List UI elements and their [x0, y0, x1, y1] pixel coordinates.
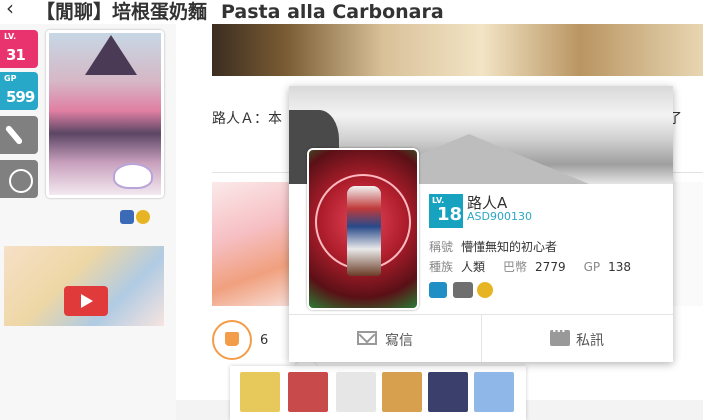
- coin-value: 2779: [535, 260, 566, 274]
- page-title: 【閒聊】培根蛋奶麵 Pasta alla Carbonara: [36, 0, 444, 24]
- witch-girls-avatar-image: [49, 33, 161, 195]
- profile-avatar[interactable]: [307, 148, 419, 310]
- witch-hat-icon: [85, 35, 137, 75]
- profile-actions: 寫信 私訊: [289, 314, 673, 362]
- gp-badge: GP 599: [0, 72, 38, 110]
- gp-value-popup: 138: [608, 260, 632, 274]
- author-sidebar: LV. 31 GP 599: [0, 24, 176, 420]
- profile-level-value: 18: [437, 204, 463, 225]
- medal-icon[interactable]: [429, 282, 447, 298]
- private-message-button[interactable]: 私訊: [481, 315, 673, 362]
- author-medals: [120, 210, 150, 227]
- title-label: 稱號: [429, 240, 454, 254]
- write-mail-label: 寫信: [385, 333, 413, 349]
- gp-label-popup: GP: [583, 260, 601, 274]
- monkey-icon[interactable]: [0, 160, 38, 198]
- user-profile-popup: LV. 18 路人A ASD900130 稱號 懵懂無知的初心者 種族 人類 巴幣 27…: [289, 86, 673, 362]
- anime-thumbnail[interactable]: [4, 246, 164, 326]
- level-value: 31: [6, 46, 26, 64]
- profile-user-id[interactable]: ASD900130: [467, 210, 532, 223]
- page: ‹ 【閒聊】培根蛋奶麵 Pasta alla Carbonara LV. 31 G…: [0, 0, 703, 420]
- gp-value: 599: [6, 88, 35, 106]
- like-count[interactable]: 6: [260, 333, 268, 348]
- white-cat-avatar[interactable]: [336, 372, 376, 412]
- slime-icon: [113, 163, 153, 189]
- race-value: 人類: [461, 260, 486, 274]
- medal-icon[interactable]: [120, 210, 134, 224]
- knife-icon[interactable]: [0, 116, 38, 154]
- private-message-label: 私訊: [576, 333, 604, 349]
- title-value: 懵懂無知的初心者: [461, 240, 558, 254]
- back-arrow-icon[interactable]: ‹: [6, 0, 26, 20]
- gp-label: GP: [4, 74, 17, 83]
- chat-icon: [550, 324, 570, 346]
- top-bar: ‹ 【閒聊】培根蛋奶麵 Pasta alla Carbonara: [0, 0, 703, 24]
- like-button[interactable]: [212, 320, 252, 360]
- blonde-spiky-avatar[interactable]: [240, 372, 280, 412]
- coin-medal-icon[interactable]: [477, 282, 493, 298]
- write-mail-button[interactable]: 寫信: [289, 315, 481, 362]
- white-hat-avatar[interactable]: [288, 372, 328, 412]
- play-icon: [64, 286, 108, 316]
- author-avatar[interactable]: [46, 30, 164, 198]
- pasta-photo[interactable]: [212, 24, 703, 76]
- post-text: 路人Ａ：本: [212, 111, 282, 127]
- coin-medal-icon[interactable]: [136, 210, 150, 224]
- mail-icon: [357, 331, 377, 345]
- title-en: Pasta alla Carbonara: [221, 1, 444, 23]
- lion-avatar[interactable]: [382, 372, 422, 412]
- coin-label: 巴幣: [503, 260, 528, 274]
- hero-character: [347, 186, 381, 276]
- level-badge: LV. 31: [0, 30, 38, 68]
- medal-icon[interactable]: [453, 282, 473, 298]
- likers-list: [230, 366, 526, 420]
- title-zh: 【閒聊】培根蛋奶麵: [36, 1, 208, 23]
- dark-hair-avatar[interactable]: [428, 372, 468, 412]
- race-label: 種族: [429, 260, 454, 274]
- profile-stats-row: 種族 人類 巴幣 2779 GP 138: [429, 258, 649, 275]
- profile-medals: [429, 282, 493, 302]
- sketch-image[interactable]: [670, 182, 703, 306]
- level-label: LV.: [4, 32, 17, 41]
- profile-title-row: 稱號 懵懂無知的初心者: [429, 238, 575, 255]
- blue-hair-maid-avatar[interactable]: [474, 372, 514, 412]
- profile-level-badge: LV. 18: [429, 194, 463, 228]
